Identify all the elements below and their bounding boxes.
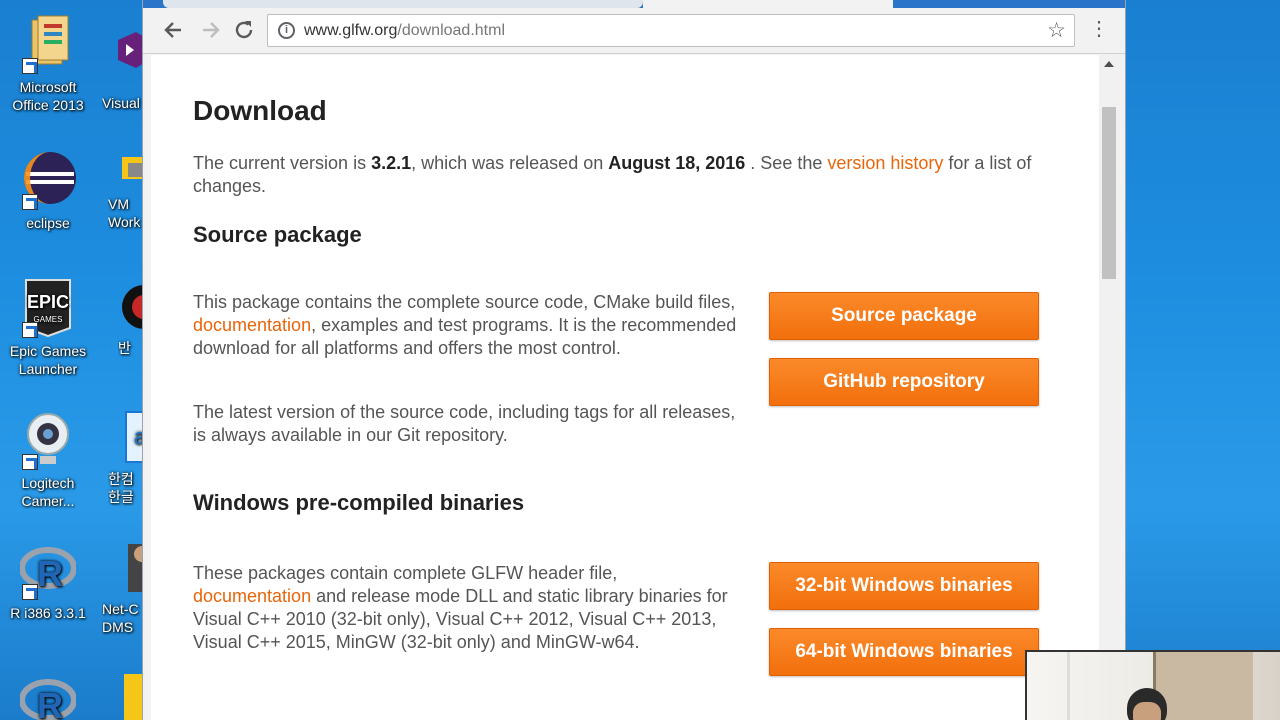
menu-dots-icon[interactable]: ⋮ [1089,18,1109,44]
epic-games-icon: EPIC GAMES [20,278,76,338]
forward-button[interactable] [197,17,223,43]
svg-text:R: R [37,685,63,720]
office-icon [20,14,76,74]
app-icon [116,540,142,596]
desktop-icon-office[interactable]: Microsoft Office 2013 [5,14,91,114]
eclipse-icon [20,150,76,210]
desktop-icon-label: Epic Games Launcher [9,343,87,377]
r-icon: R [19,672,77,720]
desktop-icon-label: Logitech Camer... [21,475,75,509]
shortcut-arrow-icon [22,454,38,470]
browser-toolbar: i www.glfw.org/download.html ☆ ⋮ [143,8,1125,54]
desktop-icon-r-partial[interactable]: R [5,672,91,720]
visual-studio-icon [112,30,142,90]
desktop-icon-label: Net-C [102,601,139,617]
browser-window: i www.glfw.org/download.html ☆ ⋮ Downloa… [142,0,1126,720]
documentation-link[interactable]: documentation [193,315,311,335]
desktop-icon-netc[interactable]: Net-C DMS [102,540,142,636]
svg-text:R: R [37,553,63,594]
version-history-link[interactable]: version history [827,153,943,173]
reload-icon [235,21,253,39]
github-repository-button[interactable]: GitHub repository [769,358,1039,406]
desktop-icon-visual-studio[interactable]: Visual [102,30,142,112]
reload-button[interactable] [231,17,257,43]
desktop-icon-label: Microsoft Office 2013 [12,79,84,113]
person-face [1133,702,1161,720]
release-date: August 18, 2016 [608,153,746,173]
desktop-icon-epic-games[interactable]: EPIC GAMES Epic Games Launcher [5,278,91,378]
scrollbar-thumb[interactable] [1102,107,1116,279]
version-number: 3.2.1 [371,153,412,173]
webcam-icon [20,410,76,470]
page-title: Download [193,95,327,126]
windows-32bit-button[interactable]: 32-bit Windows binaries [769,562,1039,610]
scroll-up-arrow-icon[interactable] [1104,61,1114,67]
shortcut-arrow-icon [22,58,38,74]
desktop-icon-label: R i386 3.3.1 [10,605,86,621]
info-icon[interactable]: i [278,22,295,39]
source-package-heading: Source package [193,222,362,247]
app-icon [118,285,158,335]
vertical-scrollbar[interactable] [1099,55,1119,720]
git-description: The latest version of the source code, i… [193,402,736,445]
arrow-left-icon [164,22,181,38]
url-text[interactable]: www.glfw.org/download.html [304,22,505,40]
intro-paragraph: The current version is 3.2.1, which was … [193,153,1032,196]
svg-text:EPIC: EPIC [27,292,69,312]
shortcut-arrow-icon [22,194,38,210]
shortcut-arrow-icon [22,584,38,600]
windows-description: These packages contain complete GLFW hea… [193,563,728,652]
desktop-icon-label: Visual [102,95,140,111]
source-description: This package contains the complete sourc… [193,292,737,358]
address-bar[interactable]: i www.glfw.org/download.html ☆ [267,14,1075,47]
desktop-icon-label: eclipse [26,215,70,231]
tab-active[interactable] [643,0,893,8]
shortcut-arrow-icon [22,322,38,338]
tab-inactive[interactable] [163,0,643,8]
back-button[interactable] [161,17,187,43]
windows-binaries-heading: Windows pre-compiled binaries [193,490,525,515]
webcam-overlay [1025,650,1280,720]
desktop-icon-r[interactable]: R R i386 3.3.1 [5,540,91,622]
tab-strip [143,0,1125,8]
windows-64bit-button[interactable]: 64-bit Windows binaries [769,628,1039,676]
desktop-icon-eclipse[interactable]: eclipse [5,150,91,232]
arrow-right-icon [203,22,220,38]
desktop-icon-logitech[interactable]: Logitech Camer... [5,410,91,510]
bookmark-star-icon[interactable]: ☆ [1047,18,1066,43]
page-viewport: Download The current version is 3.2.1, w… [151,55,1107,720]
desktop-icon-sublabel: DMS [102,619,134,635]
source-package-button[interactable]: Source package [769,292,1039,340]
r-icon: R [19,540,77,600]
documentation-link[interactable]: documentation [193,586,311,606]
